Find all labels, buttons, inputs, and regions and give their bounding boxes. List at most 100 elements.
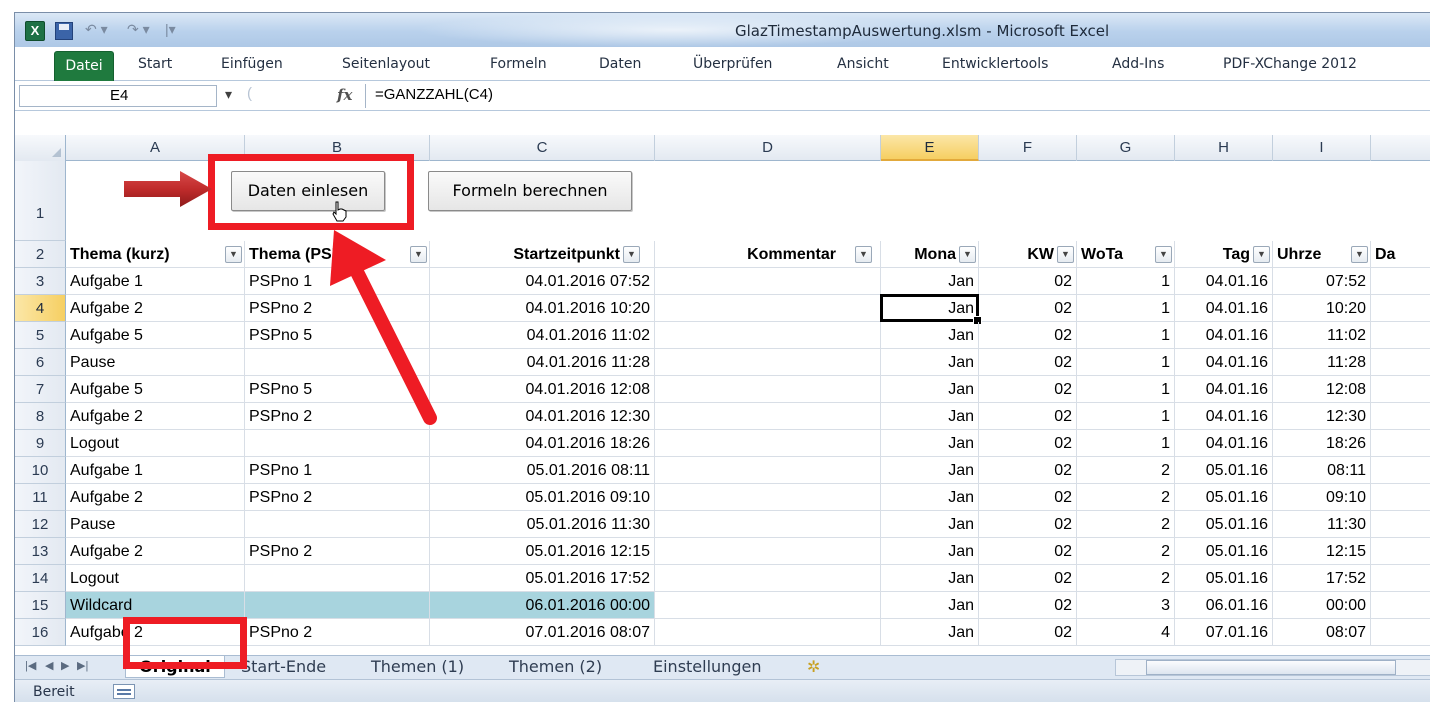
table-cell[interactable] (655, 295, 881, 322)
table-cell[interactable]: 4 (1077, 619, 1175, 646)
table-cell[interactable]: Aufgabe 5 (66, 376, 245, 403)
table-cell[interactable] (245, 592, 430, 619)
table-cell[interactable]: Jan (881, 484, 979, 511)
scrollbar-thumb[interactable] (1146, 660, 1396, 675)
table-cell[interactable]: 04.01.16 (1175, 268, 1273, 295)
table-cell[interactable]: 11:02 (1273, 322, 1371, 349)
row-header[interactable]: 14 (15, 565, 66, 592)
header-cell[interactable]: Da (1371, 241, 1430, 268)
table-cell[interactable]: 18:26 (1273, 430, 1371, 457)
table-cell[interactable]: 04.01.16 (1175, 430, 1273, 457)
table-cell[interactable]: 1 (1077, 349, 1175, 376)
table-cell[interactable]: 10:20 (1273, 295, 1371, 322)
table-cell[interactable] (245, 565, 430, 592)
table-cell[interactable]: 00:00 (1273, 592, 1371, 619)
table-cell[interactable]: 05.01.16 (1175, 484, 1273, 511)
filter-dropdown-icon[interactable]: ▼ (1253, 246, 1270, 263)
table-cell[interactable] (245, 511, 430, 538)
table-cell[interactable] (245, 430, 430, 457)
table-cell[interactable]: 04.01.16 (1175, 295, 1273, 322)
prev-sheet-icon[interactable]: ◀ (45, 659, 53, 672)
table-cell[interactable] (1371, 484, 1430, 511)
undo-icon[interactable]: ↶ ▾ (85, 21, 108, 38)
table-cell[interactable]: PSPno 2 (245, 619, 430, 646)
table-cell[interactable]: 05.01.16 (1175, 565, 1273, 592)
table-cell[interactable] (655, 592, 881, 619)
table-cell[interactable] (655, 511, 881, 538)
redo-icon[interactable]: ↷ ▾ (127, 21, 150, 38)
table-cell[interactable]: 02 (979, 592, 1077, 619)
table-cell[interactable]: Aufgabe 5 (66, 322, 245, 349)
table-cell[interactable] (1371, 511, 1430, 538)
table-cell[interactable]: 2 (1077, 538, 1175, 565)
table-cell[interactable]: Pause (66, 511, 245, 538)
tab-formeln[interactable]: Formeln (490, 56, 547, 72)
sheet-tab-themen-1[interactable]: Themen (1) (371, 656, 464, 678)
row-header[interactable]: 4 (15, 295, 66, 322)
row-header[interactable]: 16 (15, 619, 66, 646)
table-cell[interactable]: 17:52 (1273, 565, 1371, 592)
table-cell[interactable]: 2 (1077, 511, 1175, 538)
table-cell[interactable]: Jan (881, 619, 979, 646)
formeln-berechnen-button[interactable]: Formeln berechnen (428, 171, 632, 211)
row-header[interactable]: 15 (15, 592, 66, 619)
table-cell[interactable] (1371, 349, 1430, 376)
name-box-dropdown-icon[interactable]: ▾ (225, 86, 232, 103)
table-cell[interactable] (655, 457, 881, 484)
table-cell[interactable]: PSPno 2 (245, 484, 430, 511)
table-cell[interactable] (655, 538, 881, 565)
table-cell[interactable] (1371, 538, 1430, 565)
table-cell[interactable]: Jan (881, 349, 979, 376)
table-cell[interactable]: 06.01.16 (1175, 592, 1273, 619)
table-cell[interactable] (655, 376, 881, 403)
row-header[interactable]: 13 (15, 538, 66, 565)
table-cell[interactable] (1371, 322, 1430, 349)
table-cell[interactable]: PSPno 1 (245, 457, 430, 484)
table-cell[interactable]: Logout (66, 565, 245, 592)
table-cell[interactable]: 07:52 (1273, 268, 1371, 295)
table-cell[interactable]: PSPno 2 (245, 538, 430, 565)
tab-daten[interactable]: Daten (599, 56, 641, 72)
table-cell[interactable]: Jan (881, 457, 979, 484)
table-cell[interactable] (1371, 376, 1430, 403)
sheet-tab-themen-2[interactable]: Themen (2) (509, 656, 602, 678)
table-cell[interactable]: 11:30 (1273, 511, 1371, 538)
filter-dropdown-icon[interactable]: ▼ (855, 246, 872, 263)
table-cell[interactable] (655, 403, 881, 430)
name-box[interactable]: E4 (19, 85, 217, 107)
horizontal-scrollbar[interactable] (1115, 659, 1430, 676)
table-cell[interactable]: 12:30 (1273, 403, 1371, 430)
table-cell[interactable]: 02 (979, 322, 1077, 349)
next-sheet-icon[interactable]: ▶ (61, 659, 69, 672)
table-cell[interactable]: 04.01.2016 18:26 (430, 430, 655, 457)
table-cell[interactable]: 2 (1077, 565, 1175, 592)
table-cell[interactable]: Jan (881, 430, 979, 457)
table-cell[interactable]: 04.01.2016 12:08 (430, 376, 655, 403)
table-cell[interactable]: Wildcard (66, 592, 245, 619)
table-cell[interactable]: Jan (881, 376, 979, 403)
table-cell[interactable]: 05.01.16 (1175, 457, 1273, 484)
new-sheet-icon[interactable]: ✲ (807, 656, 820, 678)
table-cell[interactable] (1371, 430, 1430, 457)
table-cell[interactable]: 05.01.2016 09:10 (430, 484, 655, 511)
table-cell[interactable]: 02 (979, 457, 1077, 484)
table-cell[interactable]: Jan (881, 592, 979, 619)
customize-qat-icon[interactable]: |▾ (165, 21, 176, 38)
row-header[interactable]: 6 (15, 349, 66, 376)
column-header-d[interactable]: D (655, 135, 881, 161)
table-cell[interactable]: Jan (881, 565, 979, 592)
table-cell[interactable]: 08:11 (1273, 457, 1371, 484)
tab-seitenlayout[interactable]: Seitenlayout (342, 56, 430, 72)
table-cell[interactable]: 1 (1077, 376, 1175, 403)
table-cell[interactable]: 1 (1077, 322, 1175, 349)
table-cell[interactable]: Aufgabe 2 (66, 403, 245, 430)
save-icon[interactable] (55, 22, 73, 40)
macro-recording-icon[interactable] (113, 684, 135, 699)
table-cell[interactable]: 02 (979, 376, 1077, 403)
tab-add-ins[interactable]: Add-Ins (1112, 56, 1164, 72)
table-cell[interactable]: 02 (979, 430, 1077, 457)
column-header-c[interactable]: C (430, 135, 655, 161)
column-header-f[interactable]: F (979, 135, 1077, 161)
sheet-tab-einstellungen[interactable]: Einstellungen (653, 656, 761, 678)
table-cell[interactable]: 04.01.2016 12:30 (430, 403, 655, 430)
